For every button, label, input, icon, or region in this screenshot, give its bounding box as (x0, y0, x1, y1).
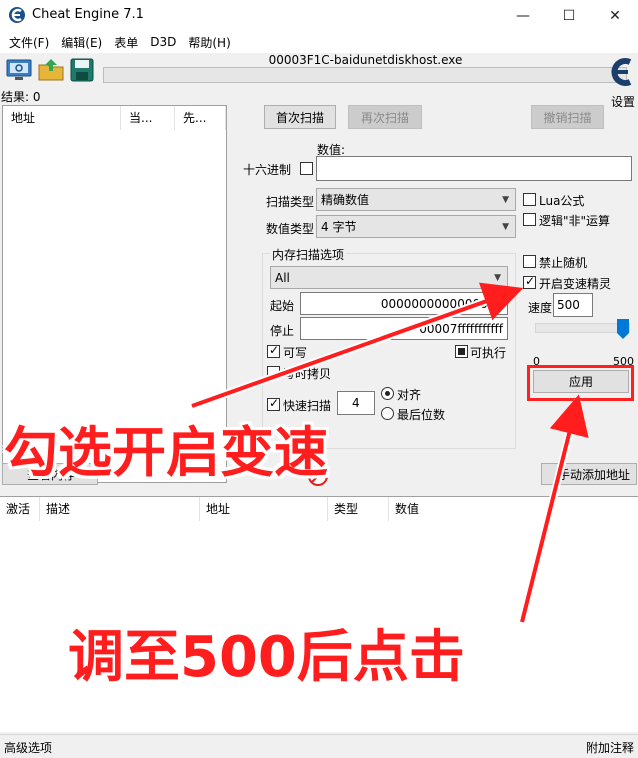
annotation-set-500-click: 调至500后点击 (68, 625, 465, 690)
arrow-to-apply-button (518, 394, 589, 623)
annotation-tick-speedhack: 勾选开启变速 (4, 421, 328, 484)
arrow-to-speedhack-checkbox (190, 282, 524, 410)
